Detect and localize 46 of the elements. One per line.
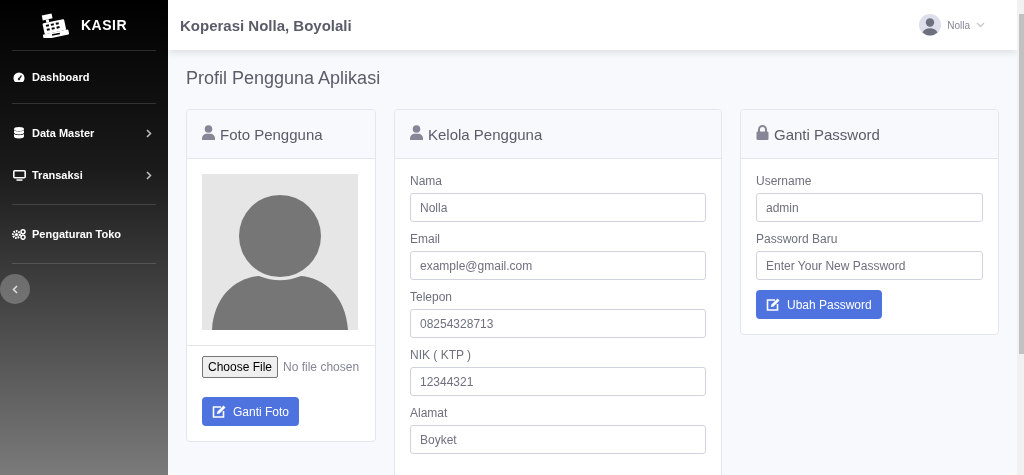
card-title: Ganti Password [774,125,880,143]
brand-name: KASIR [80,17,128,33]
field-label: Password Baru [756,232,839,246]
page-title: Profil Pengguna Aplikasi [186,68,382,89]
organization-title: Koperasi Nolla, Boyolali [180,16,352,34]
edit-icon [766,298,780,311]
input-field[interactable]: Nolla [410,193,706,222]
card-title: Kelola Pengguna [428,125,543,143]
chevron-right-icon [146,170,152,180]
sidebar-item[interactable]: Pengaturan Toko [12,213,156,255]
input-field[interactable]: 08254328713 [410,309,706,338]
chevron-down-icon [976,22,985,28]
gears-icon [12,228,26,240]
cash-register-icon [40,12,69,38]
edit-icon [212,405,226,418]
input-field[interactable]: 12344321 [410,367,706,396]
monitor-icon [12,169,26,181]
change-password-button[interactable]: Ubah Password [756,290,882,319]
sidebar-item[interactable]: Data Master [12,112,156,154]
card-title: Foto Pengguna [220,125,323,143]
avatar-icon [919,14,942,36]
dashboard-icon [13,71,25,83]
user-icon [202,124,215,140]
input-field[interactable]: example@gmail.com [410,251,706,280]
chevron-left-icon [12,284,18,294]
sidebar-toggle-button[interactable] [0,274,30,304]
lock-icon [756,124,769,140]
change-photo-button[interactable]: Ganti Foto [202,397,300,426]
user-menu[interactable]: Nolla [919,14,985,36]
field-label: NIK ( KTP ) [410,348,473,362]
profile-placeholder-icon [202,174,358,330]
sidebar-item[interactable]: Transaksi [12,154,156,196]
database-icon [14,127,24,139]
choose-file-button[interactable]: Choose File [202,356,279,378]
file-status: No file chosen [283,360,360,374]
user-icon [410,124,423,140]
input-field[interactable]: Boyket [410,425,706,454]
field-label: Telepon [410,290,454,304]
input-field[interactable]: Enter Your New Password [756,251,983,280]
field-label: Nama [410,174,443,188]
input-field[interactable]: admin [756,193,983,222]
field-label: Email [410,232,441,246]
field-label: Alamat [410,406,449,420]
field-label: Username [756,174,813,188]
chevron-right-icon [146,128,152,138]
sidebar-item[interactable]: Dashboard [12,56,156,98]
